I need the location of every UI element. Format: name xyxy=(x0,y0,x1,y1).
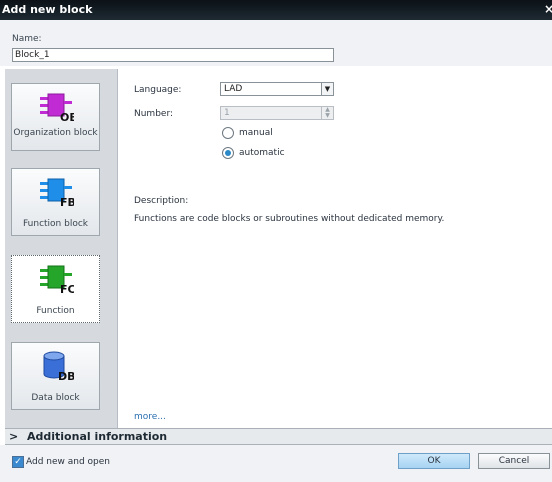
more-link[interactable]: more... xyxy=(134,412,166,422)
spinner-icon: ▲ ▼ xyxy=(321,107,333,119)
block-type-function-block[interactable]: FB Function block xyxy=(11,168,100,236)
language-select[interactable]: LAD ▼ xyxy=(220,82,334,96)
name-input[interactable]: Block_1 xyxy=(12,48,334,62)
add-new-and-open-checkbox[interactable]: ✓ xyxy=(12,456,24,468)
language-label: Language: xyxy=(134,85,182,95)
language-value: LAD xyxy=(224,84,243,94)
block-label: Organization block xyxy=(13,128,98,138)
ok-button[interactable]: OK xyxy=(398,453,470,469)
description-text: Functions are code blocks or subroutines… xyxy=(134,214,445,224)
name-section: Name: Block_1 xyxy=(0,20,552,66)
automatic-radio[interactable] xyxy=(222,147,234,159)
automatic-radio-label: automatic xyxy=(239,148,285,158)
dialog-title: Add new block xyxy=(2,3,93,16)
cancel-button[interactable]: Cancel xyxy=(478,453,550,469)
chevron-down-icon[interactable]: ▼ xyxy=(321,83,333,95)
manual-radio[interactable] xyxy=(222,127,234,139)
db-badge: DB xyxy=(58,370,74,381)
dialog-title-bar: Add new block × xyxy=(0,0,552,20)
add-new-and-open-label: Add new and open xyxy=(26,457,111,467)
block-type-data-block[interactable]: DB Data block xyxy=(11,342,100,410)
main-panel: OB Organization block FB Function block xyxy=(5,69,552,428)
description-heading: Description: xyxy=(134,196,189,206)
ob-badge: OB xyxy=(60,111,74,122)
number-value: 1 xyxy=(224,108,230,118)
close-icon[interactable]: × xyxy=(544,0,552,20)
block-settings: Language: LAD ▼ Number: 1 ▲ ▼ manual auto… xyxy=(117,69,552,428)
additional-information-label: Additional information xyxy=(27,430,168,443)
organization-block-icon: OB xyxy=(40,93,74,122)
fb-badge: FB xyxy=(60,196,74,207)
block-type-function[interactable]: FC Function xyxy=(11,255,100,323)
function-block-icon: FB xyxy=(40,178,74,207)
block-type-organization-block[interactable]: OB Organization block xyxy=(11,83,100,151)
database-icon: DB xyxy=(43,351,74,381)
additional-information-expander[interactable]: > Additional information xyxy=(5,428,552,445)
block-label: Function block xyxy=(22,219,89,229)
fc-badge: FC xyxy=(60,283,74,294)
chevron-right-icon[interactable]: > xyxy=(9,429,18,444)
name-label: Name: xyxy=(12,34,42,44)
manual-radio-label: manual xyxy=(239,128,273,138)
number-stepper: 1 ▲ ▼ xyxy=(220,106,334,120)
function-icon: FC xyxy=(40,265,74,294)
block-label: Function xyxy=(36,306,75,316)
number-label: Number: xyxy=(134,109,174,119)
block-type-sidebar: OB Organization block FB Function block xyxy=(5,69,118,428)
dialog-footer: ✓ Add new and open OK Cancel xyxy=(0,445,552,482)
block-label: Data block xyxy=(31,393,80,403)
